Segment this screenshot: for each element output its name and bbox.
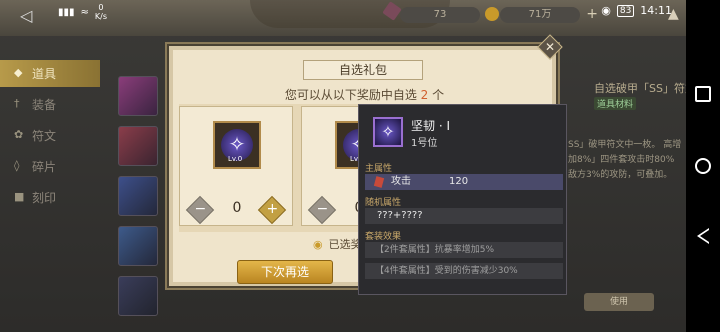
set-effect-2pc: 【2件套属性】抗暴率增加5% [365, 242, 563, 258]
wifi-icon: ≈ [80, 6, 89, 18]
rune-name: 坚韧 · Ⅰ [411, 119, 450, 133]
bag-icon: ◆ [14, 66, 23, 79]
item-detail-description: SS」破甲符文中一枚。 高增加8%」四件套攻击时80% 敌方3%的攻防，可叠加。 [568, 140, 682, 180]
item-grid [118, 76, 158, 326]
home-button[interactable] [695, 158, 711, 174]
random-attr-row: ???+???? [365, 208, 563, 224]
subtitle-text: 您可以从以下奖励中自选 [284, 88, 417, 102]
random-attr-value: ???+???? [377, 210, 423, 221]
rune-icon: ✿ [14, 128, 24, 141]
item-slot[interactable] [118, 276, 158, 316]
back-button[interactable] [697, 228, 709, 244]
quantity-value: 0 [232, 200, 242, 216]
sidebar-item-label: 刻印 [32, 191, 57, 205]
sidebar-item-label: 碎片 [32, 160, 57, 174]
sidebar-item-equipment[interactable]: † 装备 [0, 91, 100, 118]
random-attr-label: 随机属性 [365, 198, 402, 208]
item-detail-panel: 自选破甲「SS」符文 道具材料 SS」破甲符文中一枚。 高增加8%」四件套攻击时… [560, 60, 696, 311]
tooltip-header: ✧ 坚韧 · Ⅰ 1号位 [365, 111, 560, 151]
increase-button[interactable]: + [257, 195, 287, 225]
item-slot[interactable] [118, 176, 158, 216]
dialog-title: 自选礼包 [303, 60, 423, 80]
sidebar-item-shards[interactable]: ◊ 碎片 [0, 153, 100, 180]
network-speed-unit: K/s [94, 12, 108, 21]
reward-card[interactable]: ✧ Lv.0 − 0 + [179, 106, 293, 226]
status-left: ▮▮▮ ≈ 0 K/s [58, 3, 107, 21]
dialog-subtitle: 您可以从以下奖励中自选 2 个 [173, 86, 556, 103]
sidebar-item-runes[interactable]: ✿ 符文 [0, 122, 100, 149]
subtitle-suffix: 个 [432, 88, 445, 102]
selected-status-text: 已选奖 [328, 238, 362, 251]
subtitle-count: 2 [420, 88, 429, 102]
item-slot[interactable] [118, 126, 158, 166]
set-effect-label: 套装效果 [365, 232, 402, 242]
status-bar: ▮▮▮ ≈ 0 K/s ◉ 83 14:11 [0, 0, 720, 26]
shard-icon: ◊ [14, 159, 20, 172]
rune-tooltip: ✧ 坚韧 · Ⅰ 1号位 主属性 攻击 120 随机属性 ???+???? 套装… [358, 104, 567, 295]
main-attr-key: 攻击 [391, 176, 411, 187]
sidebar-item-engrave[interactable]: ■ 刻印 [0, 184, 100, 211]
sidebar-item-label: 道具 [32, 67, 57, 81]
item-slot[interactable] [118, 76, 158, 116]
item-detail-tag: 道具材料 [594, 97, 637, 110]
signal-icon: ▮▮▮ [58, 6, 75, 18]
rune-level: Lv.0 [228, 155, 243, 163]
stamp-icon: ■ [14, 190, 25, 203]
decrease-button[interactable]: − [185, 195, 215, 225]
close-icon: ✕ [544, 40, 556, 54]
rune-slot: 1号位 [411, 138, 438, 149]
rune-icon-frame: ✧ Lv.0 [213, 121, 261, 169]
main-attr-value: 120 [449, 176, 469, 187]
status-right: ◉ 83 14:11 [601, 4, 672, 17]
item-slot[interactable] [118, 226, 158, 266]
clock: 14:11 [640, 4, 672, 17]
reselect-later-button[interactable]: 下次再选 [237, 260, 333, 284]
selected-marker-icon: ◉ [313, 238, 323, 251]
item-detail-title: 自选破甲「SS」符文 [594, 82, 696, 95]
main-attr-label: 主属性 [365, 164, 393, 174]
quantity-stepper: − 0 + [185, 195, 288, 225]
sidebar-item-items[interactable]: ◆ 道具 [0, 60, 100, 87]
eye-icon: ◉ [601, 4, 611, 17]
network-speed-value: 0 [98, 3, 104, 12]
recent-apps-button[interactable] [695, 86, 711, 102]
android-navbar [686, 0, 720, 332]
attack-icon [373, 176, 385, 188]
sword-icon: † [14, 97, 20, 110]
battery-level: 83 [616, 4, 635, 17]
selected-status: ◉ 已选奖 [313, 236, 362, 252]
decrease-button[interactable]: − [307, 195, 337, 225]
main-attr-row: 攻击 120 [365, 174, 563, 190]
network-speed: 0 K/s [95, 3, 107, 21]
lightning-rune-icon: ✧ [373, 117, 403, 147]
sidebar-item-label: 符文 [32, 129, 57, 143]
set-effect-4pc: 【4件套属性】受到的伤害减少30% [365, 263, 563, 279]
sidebar: ◆ 道具 † 装备 ✿ 符文 ◊ 碎片 ■ 刻印 [0, 60, 100, 215]
use-button[interactable]: 使用 [584, 293, 654, 311]
sidebar-item-label: 装备 [32, 98, 57, 112]
